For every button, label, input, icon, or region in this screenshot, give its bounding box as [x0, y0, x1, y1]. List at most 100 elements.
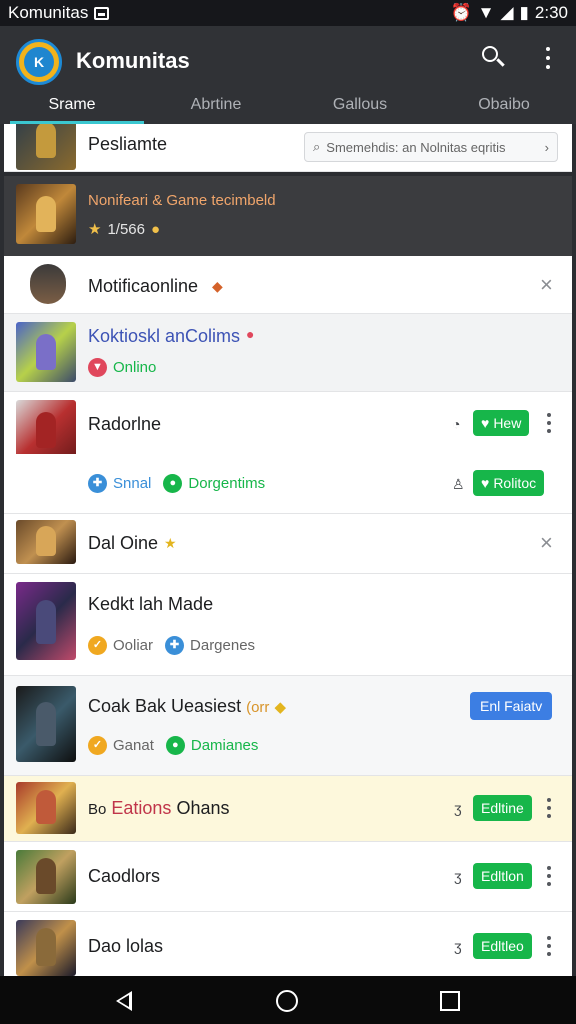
tab-abrtine[interactable]: Abrtine — [144, 90, 288, 124]
status-time: 2:30 — [534, 3, 568, 22]
list-item[interactable]: Pesliamte ⌕ Smemehdis: an Nolnitas eqrit… — [4, 124, 572, 172]
community-search-input[interactable]: ⌕ Smemehdis: an Nolnitas eqritis › — [304, 132, 558, 162]
back-icon[interactable] — [116, 991, 132, 1011]
edit-button[interactable]: Edltine — [473, 795, 532, 821]
status-text: Onlino — [113, 359, 157, 376]
list-item[interactable]: Caodlors ʒ Edltlon — [4, 842, 572, 912]
game-thumbnail — [16, 850, 76, 904]
close-icon[interactable]: × — [540, 272, 553, 298]
app-logo: K — [16, 39, 62, 85]
more-vert-icon[interactable] — [538, 44, 558, 72]
close-icon[interactable]: × — [540, 530, 553, 556]
tag-icon: ✓ — [88, 736, 107, 755]
tag-label: Ooliar — [113, 637, 154, 654]
list-item-title: Kedkt lah Made — [88, 594, 214, 614]
title-highlight: Eations — [111, 798, 172, 818]
notification-icon — [94, 6, 110, 20]
join-button[interactable]: Enl Faiatv — [470, 692, 553, 720]
badge-icon: ◆ — [212, 278, 223, 294]
system-nav-bar — [0, 976, 576, 1024]
tag-label: Dargenes — [190, 637, 256, 654]
title-main: Coak Bak Ueasiest — [88, 696, 242, 716]
list-item[interactable]: Koktioskl anColims ● ▼ Onlino — [4, 314, 572, 392]
title-prefix: Bo — [88, 801, 107, 818]
featured-item[interactable]: Nonifeari & Game tecimbeld ★ 1/566 ● — [4, 176, 572, 256]
more-vert-icon[interactable] — [546, 798, 552, 818]
game-thumbnail — [16, 582, 76, 660]
more-vert-icon[interactable] — [546, 936, 552, 956]
list-item-title: Koktioskl anColims — [88, 326, 241, 346]
count-value: 1/566 — [107, 220, 145, 238]
tags: ✓ Ooliar ✚ Dargenes — [88, 636, 255, 655]
users-icon: ★ — [88, 221, 102, 238]
thumb-icon: ◆ — [274, 699, 286, 716]
wifi-icon: ▼ — [477, 3, 495, 22]
list-item[interactable]: Kedkt lah Made ✓ Ooliar ✚ Dargenes — [4, 574, 572, 676]
list-item-title: Motificaonline — [88, 276, 199, 296]
new-button-label: Hew — [493, 415, 522, 431]
coin-icon: ● — [151, 220, 161, 238]
list-item[interactable]: Bo Eations Ohans ʒ Edltine — [4, 776, 572, 842]
tag-label: Damianes — [190, 737, 259, 754]
list-item-title: Dal Oine — [88, 533, 159, 553]
status-app-name: Komunitas — [8, 3, 89, 22]
title-suffix: (orr — [246, 699, 270, 716]
app-title: Komunitas — [76, 48, 190, 73]
more-vert-icon[interactable] — [546, 866, 552, 886]
list-item[interactable]: Dal Oine ★ × — [4, 514, 572, 574]
tag-label: Ganat — [113, 737, 154, 754]
new-button[interactable]: ♥ Hew — [473, 410, 530, 436]
tags: ✓ Ganat ● Damianes — [88, 736, 258, 755]
battery-icon: ▮ — [519, 3, 529, 22]
tag-label: Dorgentims — [188, 475, 266, 492]
tag-icon: ● — [163, 474, 183, 493]
list-item-title: Bo Eations Ohans — [88, 798, 229, 819]
tag-label: Snnal — [113, 475, 152, 492]
list-item[interactable]: Radorlne ◔ ♥ Hew — [4, 392, 572, 460]
tag-icon: ✓ — [88, 636, 107, 655]
game-thumbnail — [16, 920, 76, 976]
game-thumbnail — [16, 322, 76, 382]
more-vert-icon[interactable] — [546, 413, 552, 433]
edit-button[interactable]: Edltlon — [473, 863, 532, 889]
search-icon[interactable] — [480, 44, 508, 72]
status-badge: ▼ Onlino — [88, 358, 156, 377]
edit-button[interactable]: Edltleo — [473, 933, 532, 959]
game-thumbnail — [16, 124, 76, 170]
action-button-label: Rolitoc — [493, 475, 537, 491]
search-icon: ⌕ — [313, 139, 321, 154]
tab-srame[interactable]: Srame — [0, 90, 144, 124]
person-icon: ♙ — [452, 476, 465, 492]
recents-icon[interactable] — [440, 991, 460, 1011]
game-thumbnail — [16, 400, 76, 460]
list-item-title: Dao lolas — [88, 936, 164, 956]
list-item-title: Radorlne — [88, 414, 162, 434]
list-item[interactable]: Motificaonline ◆ × — [4, 256, 572, 314]
action-button[interactable]: ♥ Rolitoc — [473, 470, 545, 496]
app-bar: K Komunitas Srame Abrtine Gallous Obaibo — [0, 26, 576, 124]
game-thumbnail — [16, 520, 76, 564]
status-icon: ▼ — [88, 358, 107, 377]
person-icon: ʒ — [454, 868, 462, 884]
list-item[interactable]: ✚ Snnal ● Dorgentims ♙ ♥ Rolitoc — [4, 454, 572, 514]
signal-icon: ◢ — [500, 3, 514, 22]
tab-gallous[interactable]: Gallous — [288, 90, 432, 124]
alarm-icon: ⏰ — [450, 3, 472, 22]
tag-icon: ✚ — [165, 636, 185, 655]
tab-obaibo[interactable]: Obaibo — [432, 90, 576, 124]
home-icon[interactable] — [276, 990, 298, 1012]
avatar — [30, 264, 66, 304]
list-item[interactable]: Dao lolas ʒ Edltleo — [4, 912, 572, 976]
search-placeholder: Smemehdis: an Nolnitas eqritis — [326, 139, 506, 155]
list-item-title: Pesliamte — [88, 134, 168, 154]
chevron-right-icon: › — [544, 139, 549, 155]
person-icon: ʒ — [454, 800, 462, 816]
list-item[interactable]: Coak Bak Ueasiest (orr ◆ Enl Faiatv ✓ Ga… — [4, 676, 572, 776]
shield-icon: ♥ — [481, 475, 490, 491]
tab-bar: Srame Abrtine Gallous Obaibo — [0, 90, 576, 124]
list-item-title: Coak Bak Ueasiest (orr ◆ — [88, 696, 286, 717]
game-thumbnail — [16, 782, 76, 834]
game-thumbnail — [16, 184, 76, 244]
game-thumbnail — [16, 686, 76, 762]
logo-text: K — [24, 47, 54, 77]
